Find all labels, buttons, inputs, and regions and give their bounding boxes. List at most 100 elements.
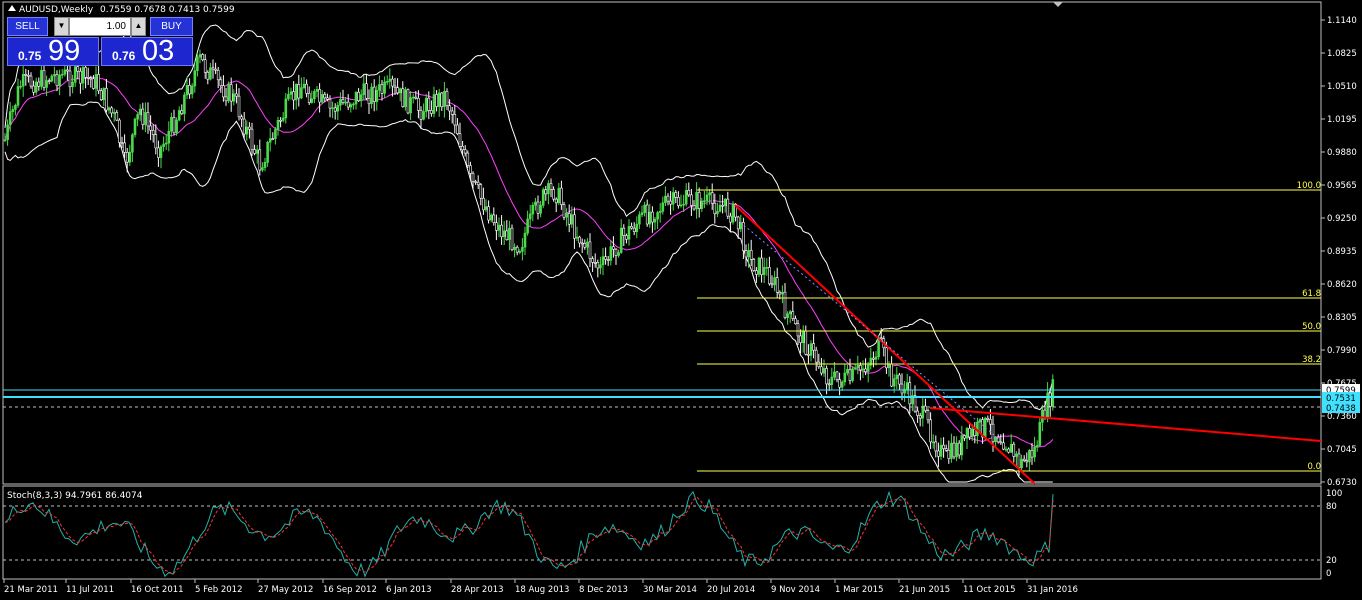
candle bbox=[352, 102, 355, 110]
candle bbox=[513, 243, 516, 258]
candle bbox=[775, 267, 779, 298]
candle bbox=[24, 68, 28, 86]
candle bbox=[963, 434, 966, 442]
candle bbox=[474, 179, 477, 185]
candle bbox=[638, 211, 641, 229]
candle bbox=[674, 190, 678, 204]
candle bbox=[84, 65, 87, 89]
candle bbox=[882, 335, 886, 357]
downtrend-line[interactable] bbox=[734, 204, 1036, 485]
candle bbox=[71, 74, 74, 94]
stoch-axis-80: 80 bbox=[1326, 502, 1337, 512]
candle bbox=[560, 180, 563, 210]
candle bbox=[154, 124, 158, 155]
candle bbox=[736, 215, 740, 239]
candle bbox=[866, 361, 870, 383]
candle bbox=[378, 75, 381, 98]
candle bbox=[557, 182, 561, 205]
candle bbox=[53, 66, 56, 84]
candle bbox=[37, 77, 41, 91]
time-label: 16 Oct 2011 bbox=[131, 585, 184, 595]
candle bbox=[690, 189, 693, 216]
candle bbox=[144, 102, 147, 133]
candle bbox=[138, 104, 142, 121]
candle bbox=[721, 194, 724, 214]
candle bbox=[107, 106, 111, 114]
candle bbox=[929, 412, 932, 450]
candle bbox=[42, 64, 46, 91]
candle bbox=[814, 346, 818, 371]
price-tick-label: 0.9565 bbox=[1327, 181, 1357, 191]
candle bbox=[1020, 454, 1023, 472]
stoch-axis-20: 20 bbox=[1326, 556, 1337, 566]
candle bbox=[250, 122, 254, 156]
candle bbox=[404, 86, 407, 111]
lot-decrease-icon[interactable]: ▼ bbox=[54, 17, 69, 36]
candle bbox=[487, 200, 490, 224]
candle bbox=[183, 92, 186, 122]
fibonacci-retracement[interactable]: 100.0 61.8 50.0 38.2 0.0 bbox=[697, 181, 1321, 472]
scroll-marker-icon[interactable] bbox=[1053, 2, 1063, 7]
candle bbox=[235, 83, 238, 104]
candle bbox=[437, 88, 441, 117]
candle bbox=[687, 182, 691, 198]
ask-price-box[interactable]: 0.76 03 bbox=[101, 35, 193, 67]
candle bbox=[300, 77, 303, 100]
collapse-triangle-icon[interactable] bbox=[8, 5, 16, 11]
candle bbox=[786, 311, 789, 325]
candle bbox=[497, 217, 501, 238]
candle bbox=[206, 70, 210, 85]
candle bbox=[978, 417, 982, 432]
candle bbox=[565, 208, 568, 227]
candle bbox=[695, 182, 698, 219]
candle bbox=[846, 365, 849, 376]
candle bbox=[739, 214, 743, 232]
one-click-trading-panel: SELL ▼ ▲ BUY 0.75 99 0.76 03 bbox=[7, 17, 193, 67]
candle bbox=[848, 358, 852, 385]
candle bbox=[339, 92, 342, 111]
resistance-trend-line[interactable] bbox=[929, 407, 1322, 442]
candle bbox=[349, 102, 353, 113]
price-tick-label: 0.8305 bbox=[1327, 313, 1357, 323]
candle bbox=[599, 256, 602, 275]
candle bbox=[58, 69, 61, 96]
candle bbox=[463, 145, 467, 157]
candle bbox=[435, 90, 438, 112]
time-label: 18 Aug 2013 bbox=[515, 585, 569, 595]
candle bbox=[567, 204, 571, 233]
lot-increase-icon[interactable]: ▲ bbox=[131, 17, 146, 36]
candle bbox=[684, 183, 688, 207]
candle bbox=[562, 201, 566, 221]
fib-label-61: 61.8 bbox=[1302, 289, 1321, 299]
candle bbox=[190, 83, 194, 99]
candle bbox=[515, 245, 519, 256]
stoch-main-line bbox=[4, 490, 1054, 578]
candle bbox=[375, 85, 379, 111]
candle bbox=[752, 257, 756, 272]
price-tick-label: 0.9250 bbox=[1327, 214, 1357, 224]
chart-area[interactable]: AUDUSD,Weekly 0.7559 0.7678 0.7413 0.759… bbox=[0, 0, 1362, 600]
candle bbox=[508, 220, 511, 251]
fib-label-38: 38.2 bbox=[1302, 355, 1321, 365]
candle bbox=[388, 68, 392, 89]
price-tick-label: 1.1140 bbox=[1327, 16, 1357, 26]
candle bbox=[196, 54, 199, 77]
candle bbox=[843, 363, 847, 386]
candle bbox=[310, 90, 314, 104]
candle bbox=[21, 63, 25, 97]
candle bbox=[97, 64, 100, 95]
candle bbox=[742, 217, 745, 259]
candle bbox=[266, 140, 269, 167]
bid-price-box[interactable]: 0.75 99 bbox=[7, 35, 99, 67]
candle bbox=[263, 157, 267, 172]
candle bbox=[320, 89, 324, 104]
candle bbox=[653, 216, 657, 231]
lot-size-input[interactable] bbox=[69, 17, 131, 36]
candle bbox=[16, 78, 20, 108]
candle bbox=[575, 226, 579, 242]
candle bbox=[552, 186, 555, 202]
candle bbox=[666, 193, 670, 206]
candle bbox=[791, 301, 795, 322]
buy-button[interactable]: BUY bbox=[150, 17, 193, 36]
sell-button[interactable]: SELL bbox=[7, 17, 48, 36]
